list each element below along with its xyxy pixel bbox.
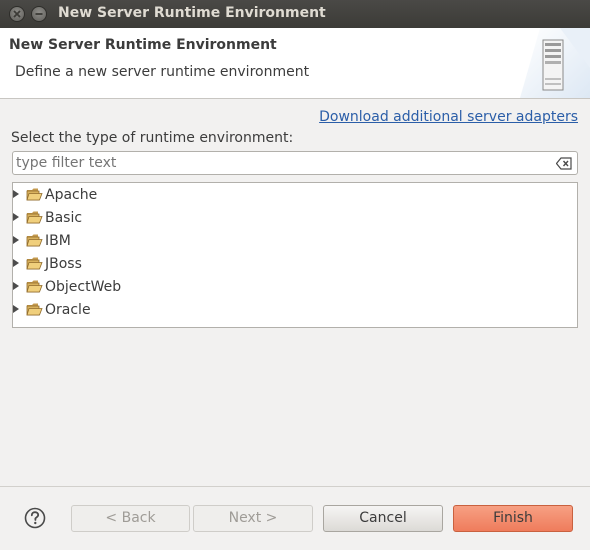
- wizard-header: New Server Runtime Environment Define a …: [0, 28, 590, 99]
- tree-item-basic[interactable]: Basic: [13, 207, 573, 229]
- dialog-window: New Server Runtime Environment New Serve…: [0, 0, 590, 550]
- next-button[interactable]: Next >: [193, 505, 313, 532]
- tree-item-label: Apache: [45, 187, 98, 203]
- tree-item-label: Basic: [45, 210, 83, 226]
- expand-arrow-icon[interactable]: [13, 190, 19, 198]
- finish-button[interactable]: Finish: [453, 505, 573, 532]
- tree-item-label: ObjectWeb: [45, 279, 122, 295]
- tree-item-label: IBM: [45, 233, 71, 249]
- filter-input[interactable]: [16, 154, 546, 172]
- download-adapters-link[interactable]: Download additional server adapters: [319, 109, 578, 125]
- expand-arrow-icon[interactable]: [13, 282, 19, 290]
- tree-item-jboss[interactable]: JBoss: [13, 253, 573, 275]
- runtime-type-label: Select the type of runtime environment:: [11, 130, 294, 146]
- folder-icon: [26, 280, 43, 293]
- help-icon[interactable]: [24, 507, 46, 529]
- tree-item-oracle[interactable]: Oracle: [13, 299, 573, 321]
- close-icon: [13, 10, 21, 18]
- footer-divider: [0, 486, 590, 487]
- filter-field[interactable]: [12, 151, 578, 175]
- cancel-button[interactable]: Cancel: [323, 505, 443, 532]
- runtime-tree[interactable]: Apache Basic IBM JBoss ObjectWeb Oracle: [12, 182, 578, 328]
- folder-icon: [26, 188, 43, 201]
- tree-item-apache[interactable]: Apache: [13, 184, 573, 206]
- folder-icon: [26, 234, 43, 247]
- tree-item-label: Oracle: [45, 302, 91, 318]
- folder-icon: [26, 257, 43, 270]
- page-description: Define a new server runtime environment: [15, 64, 310, 80]
- expand-arrow-icon[interactable]: [13, 259, 19, 267]
- tree-item-label: JBoss: [45, 256, 82, 272]
- close-button[interactable]: [9, 6, 25, 22]
- expand-arrow-icon[interactable]: [13, 213, 19, 221]
- minimize-button[interactable]: [31, 6, 47, 22]
- folder-icon: [26, 211, 43, 224]
- clear-icon[interactable]: [556, 157, 572, 170]
- folder-icon: [26, 303, 43, 316]
- minimize-icon: [35, 13, 43, 15]
- window-title: New Server Runtime Environment: [58, 5, 326, 21]
- tree-item-ibm[interactable]: IBM: [13, 230, 573, 252]
- expand-arrow-icon[interactable]: [13, 236, 19, 244]
- expand-arrow-icon[interactable]: [13, 305, 19, 313]
- tree-item-objectweb[interactable]: ObjectWeb: [13, 276, 573, 298]
- page-title: New Server Runtime Environment: [9, 37, 277, 53]
- title-bar[interactable]: New Server Runtime Environment: [0, 0, 590, 28]
- back-button[interactable]: < Back: [71, 505, 190, 532]
- server-icon: [520, 28, 590, 98]
